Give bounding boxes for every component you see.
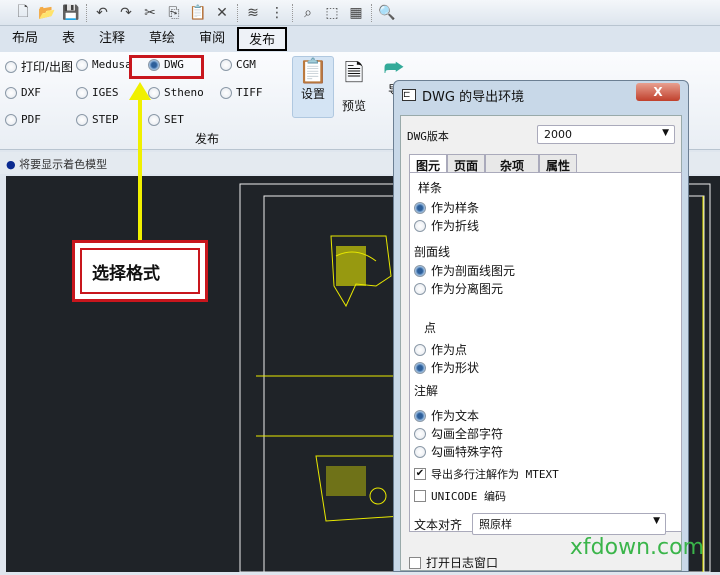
hatch-title: 剖面线	[414, 245, 451, 259]
undo-icon[interactable]: ↶	[93, 4, 111, 22]
align-select[interactable]: 照原样 ▼	[472, 513, 666, 535]
export-icon: ⮫	[383, 56, 405, 81]
group-label: 发布	[195, 132, 220, 146]
delete-icon[interactable]: ✕	[213, 4, 231, 22]
hatch-as-separate[interactable]: 作为分离图元	[414, 280, 503, 297]
watermark: xfdown.com	[569, 535, 704, 560]
check-icon: ✔	[414, 468, 426, 480]
tab-annotate[interactable]: 注释	[87, 27, 137, 51]
preview-button[interactable]: 🗎 预览	[333, 56, 375, 118]
tab-layout[interactable]: 布局	[0, 27, 50, 51]
spline-title: 样条	[418, 181, 443, 195]
option-medusa[interactable]: Medusa	[76, 58, 132, 71]
redo-icon[interactable]: ↷	[117, 4, 135, 22]
mtext-checkbox[interactable]: ✔ 导出多行注解作为 MTEXT	[414, 466, 559, 482]
close-button[interactable]: X	[636, 83, 680, 101]
copy-icon[interactable]: ⎘	[165, 4, 183, 22]
tab-review[interactable]: 审阅	[187, 27, 237, 51]
spline-as-spline[interactable]: 作为样条	[414, 199, 479, 216]
align-label: 文本对齐	[414, 518, 463, 532]
note-title: 注解	[414, 384, 439, 398]
separator	[292, 3, 293, 22]
separator	[237, 3, 238, 22]
dialog-icon: ⊏	[402, 89, 416, 101]
option-cgm[interactable]: CGM	[220, 58, 256, 71]
arrow-annotation	[129, 82, 151, 240]
hatch-as-entity[interactable]: 作为剖面线图元	[414, 262, 515, 279]
settings-icon: 📋	[298, 57, 328, 85]
highlight-dwg	[129, 55, 204, 79]
tree-icon[interactable]: ⋮	[268, 4, 286, 22]
dwg-export-dialog: ⊏ DWG 的导出环境 X DWG版本 2000 ▼ 图元 页面 杂项 属性 样条 …	[393, 80, 689, 572]
version-select[interactable]: 2000 ▼	[537, 125, 675, 144]
settings-button[interactable]: 📋 设置	[292, 56, 334, 118]
tab-sketch[interactable]: 草绘	[137, 27, 187, 51]
point-title: 点	[424, 321, 437, 335]
version-label: DWG版本	[407, 130, 449, 143]
option-iges[interactable]: IGES	[76, 86, 119, 99]
chevron-down-icon: ▼	[662, 128, 669, 138]
option-tiff[interactable]: TIFF	[220, 86, 263, 99]
settings-label: 设置	[300, 87, 325, 101]
paste-icon[interactable]: 📋	[189, 4, 207, 22]
pan-icon[interactable]: ▦	[347, 4, 365, 22]
note-as-text[interactable]: 作为文本	[414, 407, 479, 424]
chevron-down-icon: ▼	[653, 516, 660, 526]
log-window-checkbox[interactable]: 打开日志窗口	[409, 554, 498, 571]
cut-icon[interactable]: ✂	[141, 4, 159, 22]
open-icon[interactable]: 📂	[38, 4, 56, 22]
dialog-body: DWG版本 2000 ▼ 图元 页面 杂项 属性 样条 作为样条 作为折线 剖面线…	[400, 115, 682, 571]
annotation-text: 选择格式	[80, 248, 200, 294]
preview-icon: 🗎	[344, 59, 364, 87]
new-icon[interactable]: 🗋	[14, 4, 32, 22]
unicode-checkbox[interactable]: UNICODE 编码	[414, 488, 506, 504]
separator	[86, 3, 87, 22]
tab-table[interactable]: 表	[50, 27, 87, 51]
tab-publish[interactable]: 发布	[237, 27, 288, 51]
layers-icon[interactable]: ≋	[244, 4, 262, 22]
point-as-shape[interactable]: 作为形状	[414, 359, 479, 376]
find-icon[interactable]: ⌕	[299, 4, 317, 22]
separator	[371, 3, 372, 22]
option-stheno[interactable]: Stheno	[148, 86, 204, 99]
point-as-point[interactable]: 作为点	[414, 341, 467, 358]
ribbon-tabs: 布局 表 注释 草绘 审阅 发布	[0, 26, 720, 52]
zoom-icon[interactable]: 🔍	[378, 4, 396, 22]
spline-as-polyline[interactable]: 作为折线	[414, 217, 479, 234]
entities-panel: 样条 作为样条 作为折线 剖面线 作为剖面线图元 作为分离图元 点 作为点 作为…	[409, 172, 682, 535]
annotation-label: 选择格式	[72, 240, 208, 302]
preview-label: 预览	[341, 99, 366, 113]
status-text: 将要显示着色模型	[19, 158, 108, 171]
note-stroke-all[interactable]: 勾画全部字符	[414, 425, 503, 442]
option-step[interactable]: STEP	[76, 113, 119, 126]
note-stroke-special[interactable]: 勾画特殊字符	[414, 443, 503, 460]
option-print[interactable]: 打印/出图	[5, 58, 73, 75]
quick-toolbar: 🗋 📂 💾 ↶ ↷ ✂ ⎘ 📋 ✕ ≋ ⋮ ⌕ ⬚ ▦ 🔍	[0, 0, 720, 26]
option-pdf[interactable]: PDF	[5, 113, 41, 126]
dialog-title: DWG 的导出环境	[422, 89, 525, 105]
save-icon[interactable]: 💾	[62, 4, 80, 22]
option-dxf[interactable]: DXF	[5, 86, 41, 99]
select-icon[interactable]: ⬚	[323, 4, 341, 22]
